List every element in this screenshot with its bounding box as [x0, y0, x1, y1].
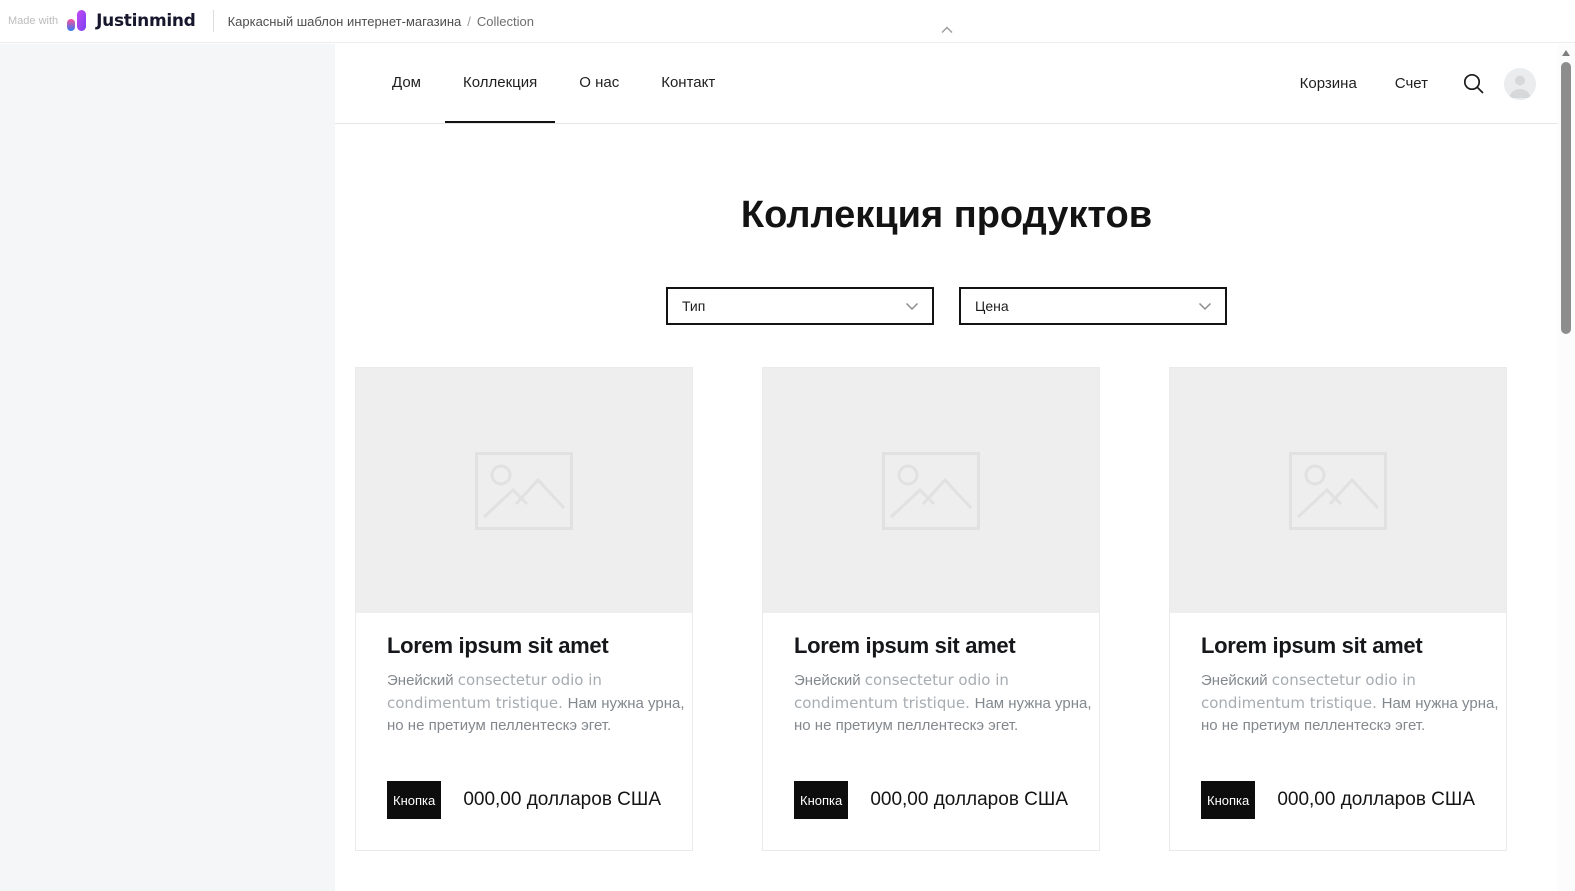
product-grid: Lorem ipsum sit amet Энейский consectetu…	[355, 367, 1558, 851]
product-card: Lorem ipsum sit amet Энейский consectetu…	[355, 367, 693, 851]
chevron-down-icon	[1198, 302, 1212, 310]
filter-type-select[interactable]: Тип	[666, 287, 934, 325]
product-image-placeholder	[356, 368, 692, 613]
filter-price-select[interactable]: Цена	[959, 287, 1227, 325]
scroll-up-arrow-icon[interactable]	[1562, 50, 1570, 56]
justinmind-preview-window: Made with Justinmind Каркасный шаблон ин…	[0, 0, 1575, 891]
page-title: Коллекция продуктов	[740, 194, 1153, 236]
nav-item-about[interactable]: О нас	[561, 44, 637, 123]
filters-row: Тип Цена	[335, 287, 1558, 325]
product-title: Lorem ipsum sit amet	[387, 633, 609, 658]
justinmind-brand-label[interactable]: Justinmind	[96, 11, 196, 31]
product-price: 000,00 долларов США	[1277, 789, 1475, 810]
chevron-down-icon	[905, 302, 919, 310]
product-price: 000,00 долларов США	[463, 789, 661, 810]
product-description: Энейский consectetur odio in condimentum…	[387, 671, 685, 734]
scrollbar-thumb[interactable]	[1561, 62, 1571, 334]
breadcrumb-separator: /	[467, 13, 471, 29]
product-price: 000,00 долларов США	[870, 789, 1068, 810]
collection-page: Коллекция продуктов Тип Цена Lorem ipsum…	[335, 194, 1558, 851]
breadcrumb-page: Collection	[476, 13, 534, 29]
chevron-up-icon[interactable]	[941, 26, 953, 34]
product-actions: Кнопка 000,00 долларов США	[1201, 781, 1475, 819]
nav-menu: Дом Коллекция О нас Контакт	[371, 44, 736, 123]
filter-price-label: Цена	[975, 298, 1009, 314]
product-actions: Кнопка 000,00 долларов США	[387, 781, 661, 819]
product-image-placeholder	[1170, 368, 1506, 613]
image-placeholder-icon	[1289, 451, 1387, 530]
image-placeholder-icon	[882, 451, 980, 530]
nav-item-collection[interactable]: Коллекция	[444, 44, 556, 123]
toolbar-divider	[212, 10, 214, 32]
scrollbar[interactable]	[1558, 44, 1575, 891]
site-navbar: Дом Коллекция О нас Контакт Корзина Счет	[335, 44, 1558, 124]
product-button[interactable]: Кнопка	[387, 781, 442, 819]
nav-utilities: Корзина Счет	[1281, 44, 1536, 123]
product-actions: Кнопка 000,00 долларов США	[794, 781, 1068, 819]
preview-toolbar: Made with Justinmind Каркасный шаблон ин…	[0, 0, 1575, 43]
product-card: Lorem ipsum sit amet Энейский consectetu…	[762, 367, 1100, 851]
nav-item-account[interactable]: Счет	[1376, 44, 1447, 123]
prototype-canvas: Дом Коллекция О нас Контакт Корзина Счет	[335, 44, 1558, 891]
canvas-gutter	[0, 44, 335, 891]
nav-item-contact[interactable]: Контакт	[643, 44, 733, 123]
nav-item-home[interactable]: Дом	[374, 44, 439, 123]
nav-item-cart[interactable]: Корзина	[1281, 44, 1376, 123]
product-button[interactable]: Кнопка	[1201, 781, 1256, 819]
image-placeholder-icon	[475, 451, 573, 530]
avatar[interactable]	[1504, 67, 1536, 100]
product-description: Энейский consectetur odio in condimentum…	[794, 671, 1092, 734]
product-image-placeholder	[763, 368, 1099, 613]
product-card-body: Lorem ipsum sit amet Энейский consectetu…	[763, 613, 1099, 850]
product-card-body: Lorem ipsum sit amet Энейский consectetu…	[356, 613, 692, 850]
product-card: Lorem ipsum sit amet Энейский consectetu…	[1169, 367, 1507, 851]
product-card-body: Lorem ipsum sit amet Энейский consectetu…	[1170, 613, 1506, 850]
breadcrumb-project: Каркасный шаблон интернет-магазина	[227, 13, 462, 29]
user-icon	[1504, 67, 1536, 100]
product-title: Lorem ipsum sit amet	[794, 633, 1016, 658]
product-description: Энейский consectetur odio in condimentum…	[1201, 671, 1499, 734]
search-icon[interactable]	[1462, 72, 1485, 95]
product-title: Lorem ipsum sit amet	[1201, 633, 1423, 658]
preview-workspace: Дом Коллекция О нас Контакт Корзина Счет	[0, 44, 1575, 891]
justinmind-logo-icon[interactable]	[67, 8, 89, 34]
product-button[interactable]: Кнопка	[794, 781, 849, 819]
filter-type-label: Тип	[682, 298, 706, 314]
made-with-label: Made with	[8, 15, 59, 27]
